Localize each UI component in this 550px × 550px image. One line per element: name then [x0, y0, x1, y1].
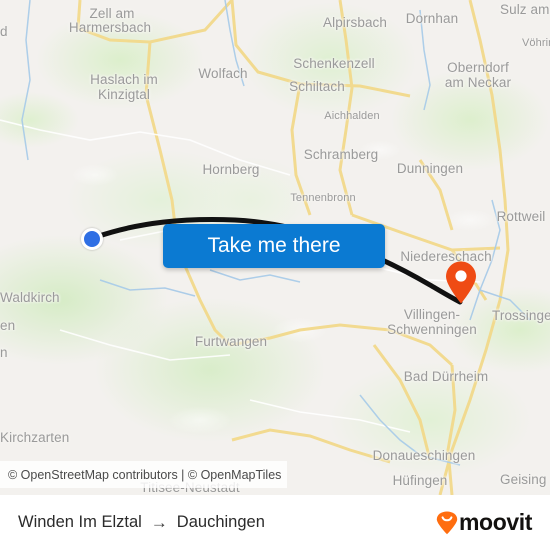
map-label: Oberndorf [447, 60, 509, 75]
map-label: Harmersbach [68, 20, 152, 35]
map-label: Zell am [89, 6, 135, 21]
moovit-logo[interactable]: moovit [436, 509, 532, 536]
footer-bar: Winden Im Elztal → Dauchingen moovit [0, 495, 550, 550]
map-label: Geising [500, 472, 547, 487]
map-label: Hüfingen [392, 473, 448, 488]
take-me-there-label: Take me there [207, 234, 341, 257]
map-label: am Neckar [444, 75, 512, 90]
map-label: d [0, 24, 8, 39]
map-label: Haslach im [90, 72, 158, 87]
map-label: Sulz am Nec [500, 2, 550, 17]
route-origin-label: Winden Im Elztal [18, 513, 142, 531]
map-label: Donaueschingen [372, 448, 476, 463]
map-label: Schwenningen [387, 322, 477, 337]
map-label: Tennenbronn [290, 192, 356, 204]
origin-marker[interactable] [81, 228, 103, 250]
map-label: n [0, 345, 8, 360]
map-label: Schramberg [303, 147, 379, 162]
moovit-pin-smile-icon [436, 511, 458, 534]
map-label: Rottweil [496, 209, 546, 224]
map-label: Wolfach [198, 66, 248, 81]
route-arrow-icon: → [150, 513, 168, 532]
map-label: Schiltach [289, 79, 345, 94]
map-label: Hornberg [202, 162, 260, 177]
map-label: Trossinge [492, 308, 550, 323]
map-label: Dornhan [405, 11, 459, 26]
map-label: Dunningen [396, 161, 464, 176]
moovit-route-card: Zell am Harmersbach d Alpirsbach Dornhan Sulz… [0, 0, 550, 550]
map-label: Kinzigtal [98, 87, 150, 102]
map-attribution: © OpenStreetMap contributors | © OpenMap… [0, 461, 287, 488]
map-label: Kirchzarten [0, 430, 70, 445]
map-label: en [0, 318, 16, 333]
map-label: Bad Dürrheim [403, 369, 489, 384]
map-attribution-text: © OpenStreetMap contributors | © OpenMap… [8, 467, 282, 482]
map-label: Furtwangen [194, 334, 268, 349]
map-canvas[interactable]: Zell am Harmersbach d Alpirsbach Dornhan Sulz… [0, 0, 550, 495]
map-label: Waldkirch [0, 290, 60, 305]
route-summary: Winden Im Elztal → Dauchingen [18, 513, 265, 532]
route-destination-label: Dauchingen [176, 513, 265, 531]
take-me-there-button[interactable]: Take me there [163, 224, 385, 268]
map-label: Vöhrin [522, 37, 550, 49]
map-label: Villingen- [403, 307, 461, 322]
map-label: Aichhalden [324, 110, 380, 122]
map-label: Alpirsbach [322, 15, 388, 30]
destination-pin-icon [446, 261, 476, 304]
map-label: Schenkenzell [293, 56, 375, 71]
moovit-wordmark: moovit [459, 509, 532, 535]
destination-pin[interactable] [444, 260, 478, 304]
